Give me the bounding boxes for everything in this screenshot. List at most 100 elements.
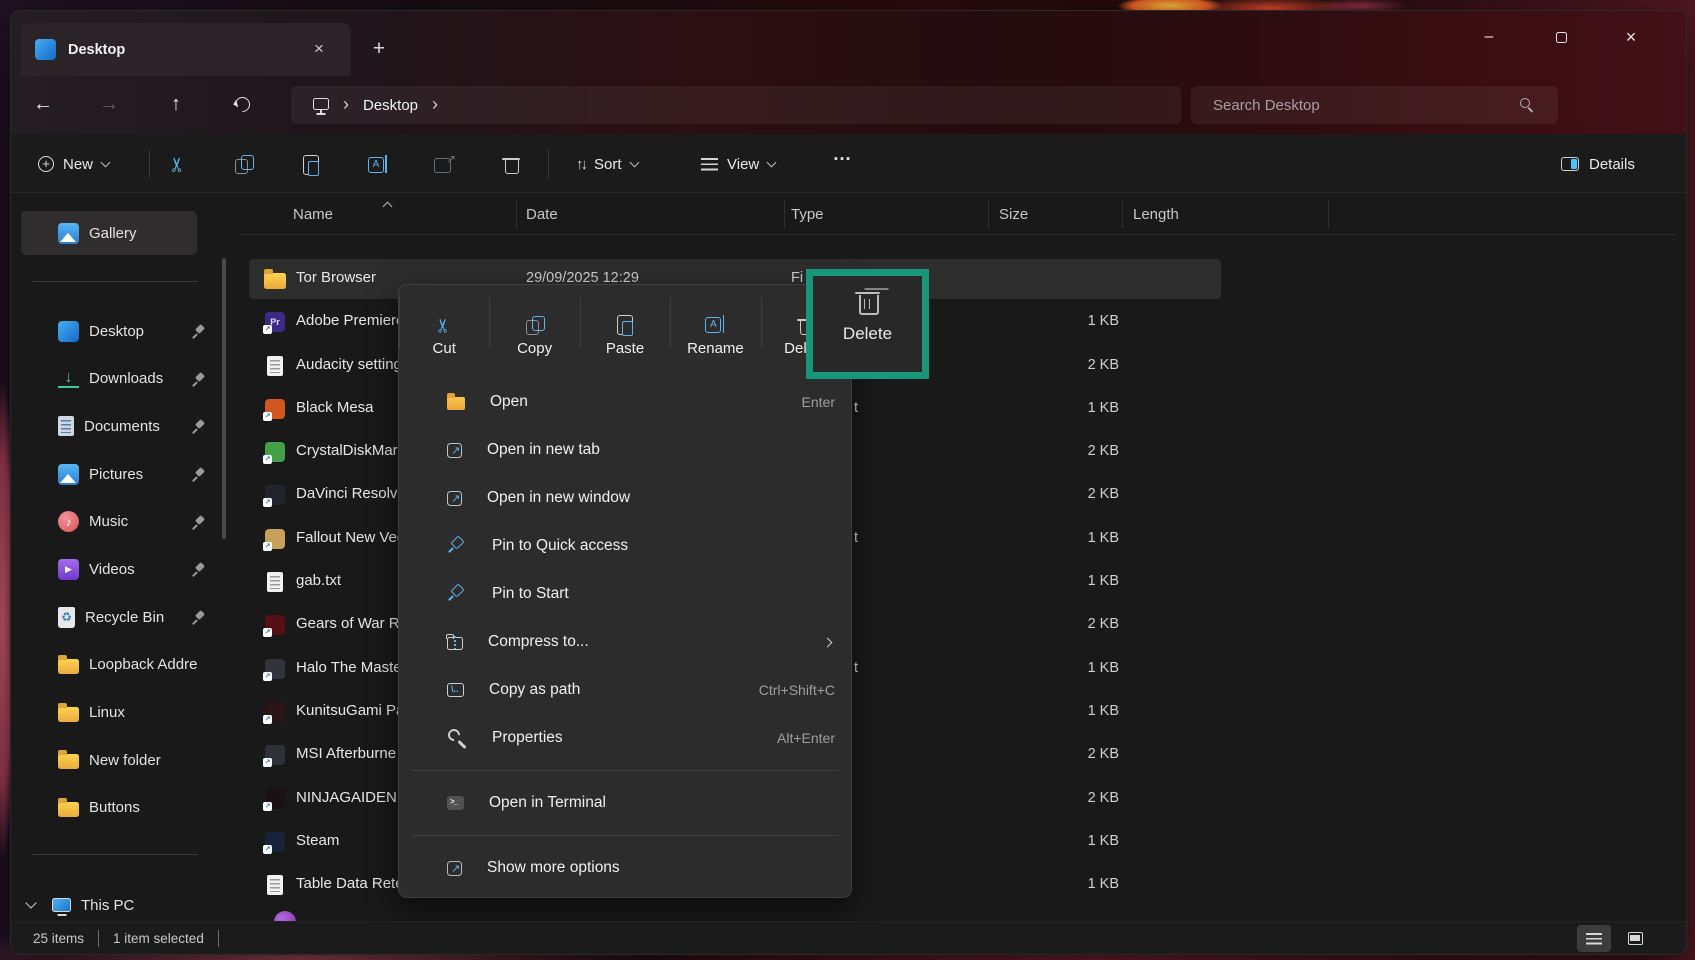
cut-button[interactable]: ✂ <box>158 145 196 183</box>
view-button[interactable]: View <box>691 147 785 181</box>
close-button[interactable]: × <box>1608 17 1654 57</box>
context-menu-item[interactable]: Open in new tab <box>399 426 851 474</box>
quick-action-icon <box>523 313 547 337</box>
quick-action-button[interactable]: ✂ Cut <box>399 285 489 362</box>
file-name: Audacity setting <box>296 356 402 373</box>
context-menu-item[interactable]: Copy as path Ctrl+Shift+C <box>399 666 851 714</box>
column-header-length[interactable]: Length <box>1133 206 1179 223</box>
file-icon <box>264 268 286 290</box>
context-menu-item[interactable]: Show more options <box>399 844 851 892</box>
sidebar-item-gallery[interactable]: Gallery <box>21 211 197 255</box>
command-toolbar: + New ✂ ↑↓ Sort View … Details <box>11 134 1686 193</box>
context-menu-item[interactable]: Compress to... <box>399 618 851 666</box>
delete-button[interactable] <box>492 145 530 183</box>
sidebar-item[interactable]: ♻ Recycle Bin <box>21 595 219 639</box>
file-size: 2 KB <box>1009 357 1119 373</box>
context-menu-item[interactable]: Pin to Quick access <box>399 522 851 570</box>
breadcrumb-chevron-icon: › <box>432 94 438 115</box>
file-type-tail: t <box>854 530 858 546</box>
sidebar-item-this-pc[interactable]: This PC <box>21 891 134 919</box>
up-button[interactable]: ↑ <box>156 84 196 124</box>
rename-button[interactable] <box>359 145 397 183</box>
large-thumbnails-view-toggle[interactable] <box>1618 925 1652 952</box>
trash-icon <box>853 287 883 317</box>
quick-action-icon <box>613 313 637 337</box>
sidebar-item[interactable]: Pictures <box>21 452 219 496</box>
forward-button[interactable]: → <box>89 84 129 124</box>
file-size: 1 KB <box>1009 400 1119 416</box>
pin-icon <box>192 468 205 481</box>
refresh-button[interactable] <box>222 84 262 124</box>
share-button[interactable] <box>425 145 463 183</box>
sidebar-item[interactable]: ▶ Videos <box>21 547 219 591</box>
sidebar-item[interactable]: Desktop <box>21 309 219 353</box>
sidebar-scrollbar[interactable] <box>222 258 226 539</box>
file-name: Adobe Premiere <box>296 312 404 329</box>
sidebar-item-icon <box>58 802 79 817</box>
file-name: Steam <box>296 832 339 849</box>
new-button[interactable]: + New <box>26 147 121 181</box>
file-size: 2 KB <box>1009 443 1119 459</box>
column-header-row: Name Date Type Size Length <box>239 197 1676 235</box>
sort-button[interactable]: ↑↓ Sort <box>566 147 648 181</box>
file-size: 2 KB <box>1009 790 1119 806</box>
sidebar-item[interactable]: New folder <box>21 738 219 782</box>
pin-icon <box>192 563 205 576</box>
paste-icon <box>299 152 323 176</box>
quick-action-button[interactable]: Copy <box>489 285 579 362</box>
menu-item-icon <box>447 491 462 506</box>
search-input[interactable] <box>1213 97 1493 114</box>
sidebar-item-icon: ♪ <box>58 511 79 532</box>
column-header-size[interactable]: Size <box>999 206 1028 223</box>
minimize-button[interactable]: – <box>1466 17 1512 57</box>
breadcrumb-item-desktop[interactable]: Desktop <box>363 97 418 114</box>
menu-divider <box>399 827 851 844</box>
see-more-button[interactable]: … <box>823 145 861 183</box>
file-size: 1 KB <box>1009 530 1119 546</box>
file-name: Table Data Rete <box>296 875 404 892</box>
file-name: Fallout New Veg <box>296 529 405 546</box>
column-header-name[interactable]: Name <box>293 206 333 223</box>
sidebar-item[interactable]: Linux <box>21 691 219 735</box>
file-icon <box>264 701 286 723</box>
context-menu-item[interactable]: Open Enter <box>399 378 851 426</box>
menu-item-icon <box>447 536 467 556</box>
context-menu-item[interactable]: Open in new window <box>399 474 851 522</box>
column-header-type[interactable]: Type <box>791 206 824 223</box>
sidebar-item-icon <box>58 659 79 674</box>
context-menu-item[interactable]: Open in Terminal <box>399 779 851 827</box>
sidebar-item[interactable]: Buttons <box>21 786 219 830</box>
menu-item-icon <box>447 443 462 458</box>
details-view-toggle[interactable] <box>1577 925 1611 952</box>
menu-divider <box>399 762 851 779</box>
sidebar-item[interactable]: ♪ Music <box>21 500 219 544</box>
sidebar-divider <box>33 854 198 855</box>
quick-action-button[interactable]: Paste <box>580 285 670 362</box>
details-pane-button[interactable]: Details <box>1551 147 1645 181</box>
file-icon <box>264 528 286 550</box>
tab-desktop[interactable]: Desktop × <box>21 23 351 76</box>
sidebar-item[interactable]: Documents <box>21 404 219 448</box>
column-header-date[interactable]: Date <box>526 206 558 223</box>
context-menu-item[interactable]: Pin to Start <box>399 570 851 618</box>
quick-action-button[interactable]: Rename <box>670 285 760 362</box>
paste-button[interactable] <box>292 145 330 183</box>
search-box[interactable] <box>1191 86 1558 124</box>
delete-highlight-annotation[interactable]: Delete <box>806 269 929 379</box>
quick-action-icon <box>703 313 727 337</box>
sidebar-item[interactable]: ↓ Downloads <box>21 357 219 401</box>
chevron-down-icon <box>101 157 111 167</box>
new-tab-button[interactable]: + <box>363 33 395 65</box>
sidebar-item-icon <box>58 707 79 722</box>
context-menu-item[interactable]: Properties Alt+Enter <box>399 714 851 762</box>
copy-button[interactable] <box>225 145 263 183</box>
back-button[interactable]: ← <box>23 84 63 124</box>
tab-close-icon[interactable]: × <box>305 35 333 63</box>
chevron-down-icon[interactable] <box>25 897 36 908</box>
sidebar-item[interactable]: Loopback Addre <box>21 643 219 687</box>
breadcrumb[interactable]: › Desktop › <box>291 86 1181 124</box>
sort-ascending-icon <box>383 202 393 212</box>
file-size: 1 KB <box>1009 660 1119 676</box>
maximize-button[interactable] <box>1538 17 1584 57</box>
pin-icon <box>192 420 205 433</box>
